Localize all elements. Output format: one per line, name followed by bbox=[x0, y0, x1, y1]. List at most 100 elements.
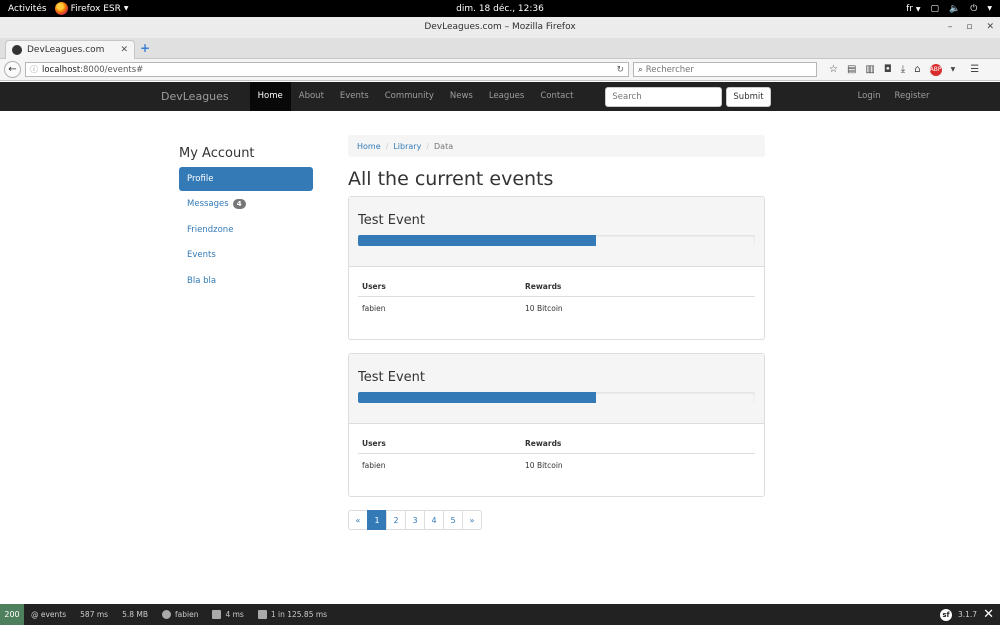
bookmark-star-icon[interactable]: ☆ bbox=[829, 64, 838, 75]
event-progress bbox=[358, 392, 755, 403]
reload-icon[interactable]: ↻ bbox=[616, 65, 624, 75]
reading-list-icon[interactable]: ▤ bbox=[847, 64, 856, 75]
column-header-rewards: Rewards bbox=[521, 279, 755, 297]
back-arrow-icon: ← bbox=[8, 64, 17, 75]
sidebar-item-messages[interactable]: Messages 4 bbox=[179, 192, 313, 216]
sidebar-item-label: Messages bbox=[187, 199, 229, 210]
nav-about[interactable]: About bbox=[291, 82, 332, 111]
nav-community[interactable]: Community bbox=[377, 82, 442, 111]
event-panel: Test Event Users Rewards fabien 10 Bitco… bbox=[348, 353, 765, 497]
main-content: Home / Library / Data All the current ev… bbox=[348, 135, 765, 530]
app-menu[interactable]: Firefox ESR ▼ bbox=[54, 2, 129, 15]
route-item[interactable]: @ events bbox=[24, 610, 73, 619]
minimize-icon[interactable]: – bbox=[948, 17, 953, 38]
sidebar-item-friendzone[interactable]: Friendzone bbox=[179, 218, 313, 242]
column-header-users: Users bbox=[358, 279, 522, 297]
page-2[interactable]: 2 bbox=[386, 510, 406, 530]
sidebar-item-bla-bla[interactable]: Bla bla bbox=[179, 269, 313, 293]
home-icon[interactable]: ⌂ bbox=[914, 64, 920, 75]
search-icon: ⌕ bbox=[638, 64, 643, 75]
account-sidebar: My Account Profile Messages 4 Friendzone … bbox=[179, 146, 313, 294]
event-title: Test Event bbox=[358, 370, 425, 385]
user-label: fabien bbox=[175, 610, 199, 619]
nav-home[interactable]: Home bbox=[249, 82, 291, 111]
column-header-rewards: Rewards bbox=[521, 436, 755, 454]
info-icon[interactable]: ⓘ bbox=[30, 64, 38, 75]
page-title: All the current events bbox=[348, 168, 554, 190]
page-5[interactable]: 5 bbox=[443, 510, 463, 530]
cell-reward: 10 Bitcoin bbox=[525, 304, 563, 313]
close-toolbar-icon[interactable]: ✕ bbox=[983, 607, 994, 622]
app-menu-label: Firefox ESR bbox=[70, 3, 121, 14]
sidebar-item-label: Profile bbox=[187, 174, 214, 184]
event-progress-bar bbox=[358, 235, 597, 246]
user-icon bbox=[162, 610, 172, 619]
close-tab-icon[interactable]: ✕ bbox=[120, 45, 128, 55]
symfony-logo-icon[interactable]: sf bbox=[940, 608, 952, 621]
event-table: Users Rewards fabien 10 Bitcoin bbox=[358, 436, 755, 477]
chevron-down-icon[interactable]: ▼ bbox=[951, 66, 956, 73]
menu-icon[interactable]: ☰ bbox=[970, 64, 979, 75]
page-1[interactable]: 1 bbox=[367, 510, 387, 530]
new-tab-icon[interactable]: + bbox=[140, 41, 150, 55]
browser-search-input[interactable] bbox=[645, 64, 806, 75]
nav-contact[interactable]: Contact bbox=[532, 82, 581, 111]
page-next[interactable]: » bbox=[462, 510, 482, 530]
url-bar[interactable]: ⓘ localhost:8000/events# ↻ bbox=[25, 62, 629, 77]
volume-icon[interactable]: 🔈 bbox=[949, 4, 960, 14]
nav-news[interactable]: News bbox=[442, 82, 481, 111]
sidebar-item-events[interactable]: Events bbox=[179, 243, 313, 267]
browser-search[interactable]: ⌕ bbox=[633, 62, 817, 77]
back-button[interactable]: ← bbox=[4, 61, 21, 78]
page-4[interactable]: 4 bbox=[424, 510, 444, 530]
form-item[interactable]: 4 ms bbox=[205, 610, 250, 619]
login-link[interactable]: Login bbox=[851, 82, 888, 111]
sidebar-item-label: Bla bla bbox=[187, 275, 217, 286]
time-item[interactable]: 587 ms bbox=[73, 610, 115, 619]
sidebar-title: My Account bbox=[179, 146, 255, 161]
memory-item[interactable]: 5.8 MB bbox=[115, 610, 155, 619]
browser-navbar: ← ⓘ localhost:8000/events# ↻ ⌕ ☆ ▤ ▥ ◘ ⤓… bbox=[0, 59, 1000, 81]
table-row: fabien 10 Bitcoin bbox=[358, 454, 755, 478]
site-brand[interactable]: DevLeagues bbox=[161, 90, 229, 103]
chevron-down-icon: ▼ bbox=[123, 5, 129, 12]
site-search-input[interactable] bbox=[605, 86, 723, 107]
pocket-icon[interactable]: ◘ bbox=[884, 64, 892, 75]
clock[interactable]: dim. 18 déc., 12:36 bbox=[0, 4, 1000, 14]
cell-user: fabien bbox=[362, 461, 386, 470]
maximize-icon[interactable]: ▫ bbox=[966, 17, 972, 38]
chevron-down-icon: ▼ bbox=[915, 5, 921, 13]
event-panel: Test Event Users Rewards fabien 10 Bitco… bbox=[348, 196, 765, 340]
register-link[interactable]: Register bbox=[888, 82, 937, 111]
version-label[interactable]: 3.1.7 bbox=[958, 610, 977, 619]
event-progress-bar bbox=[358, 392, 597, 403]
close-icon[interactable]: ✕ bbox=[986, 17, 994, 38]
nav-events[interactable]: Events bbox=[332, 82, 377, 111]
tab-devleagues[interactable]: DevLeagues.com ✕ bbox=[5, 40, 135, 59]
table-header-row: Users Rewards bbox=[358, 279, 755, 297]
form-icon bbox=[212, 610, 222, 619]
event-table: Users Rewards fabien 10 Bitcoin bbox=[358, 279, 755, 320]
status-code-badge[interactable]: 200 bbox=[0, 604, 24, 625]
page-prev[interactable]: « bbox=[348, 510, 368, 530]
site-menu: Home About Events Community News Leagues… bbox=[249, 82, 582, 111]
toolbar-icons: ☆ ▤ ▥ ◘ ⤓ ⌂ ABP ▼ ☰ bbox=[829, 63, 979, 76]
database-item[interactable]: 1 in 125.85 ms bbox=[251, 610, 334, 619]
page-3[interactable]: 3 bbox=[405, 510, 425, 530]
download-icon[interactable]: ⤓ bbox=[901, 64, 905, 75]
window-icon[interactable]: ▢ bbox=[931, 4, 940, 14]
submit-button[interactable]: Submit bbox=[726, 86, 771, 107]
user-item[interactable]: fabien bbox=[155, 610, 205, 619]
breadcrumb-home[interactable]: Home bbox=[357, 142, 381, 151]
activities-button[interactable]: Activités bbox=[0, 4, 55, 14]
sidebar-item-profile[interactable]: Profile bbox=[179, 167, 313, 191]
column-header-users: Users bbox=[358, 436, 522, 454]
nav-leagues[interactable]: Leagues bbox=[481, 82, 532, 111]
breadcrumb-library[interactable]: Library bbox=[393, 142, 421, 151]
adblock-icon[interactable]: ABP bbox=[929, 63, 942, 76]
power-icon[interactable]: ⏻ bbox=[970, 4, 977, 14]
table-header-row: Users Rewards bbox=[358, 436, 755, 454]
language-indicator[interactable]: fr ▼ bbox=[906, 4, 920, 14]
chevron-down-icon[interactable]: ▼ bbox=[987, 5, 992, 12]
library-icon[interactable]: ▥ bbox=[865, 64, 874, 75]
